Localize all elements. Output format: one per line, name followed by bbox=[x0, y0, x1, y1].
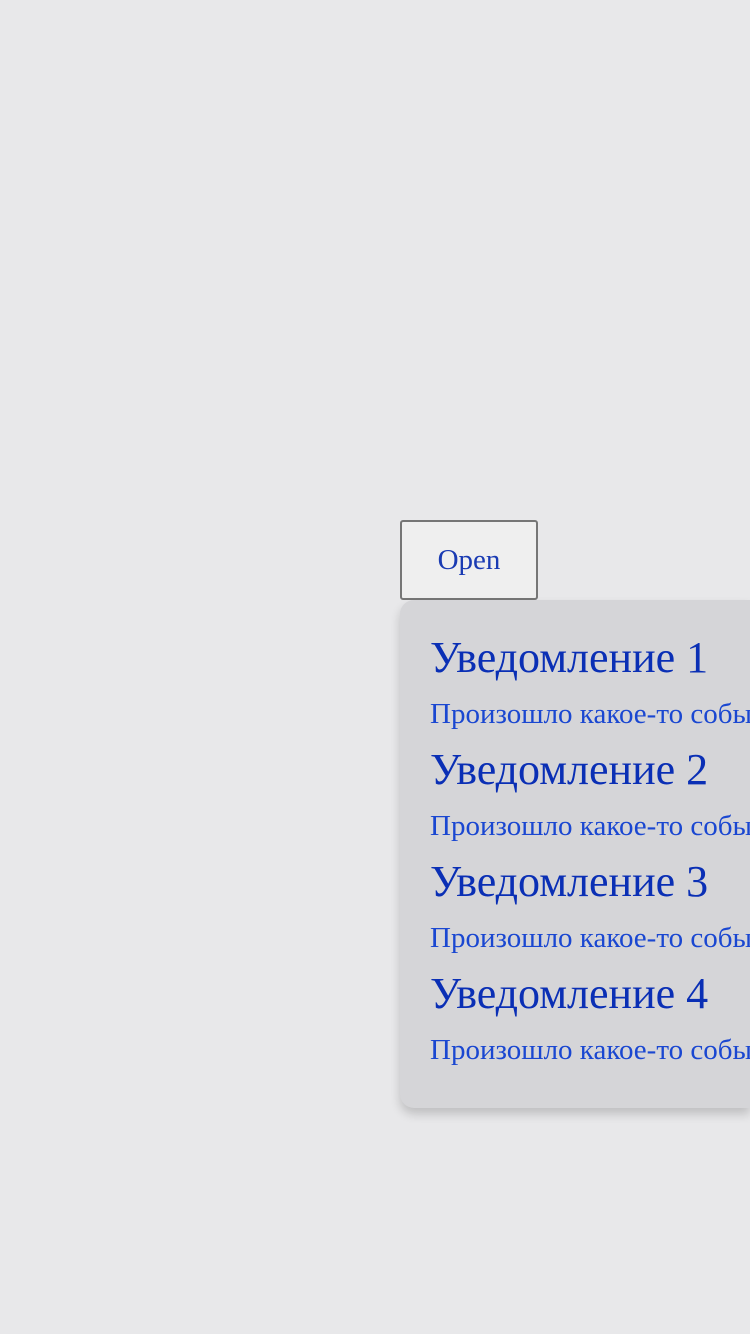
notification-title: Уведомление 2 bbox=[430, 745, 709, 794]
open-button[interactable]: Open bbox=[400, 520, 538, 600]
notification-text: Произошло какое-то событие bbox=[430, 1034, 750, 1066]
notification-item[interactable]: Уведомление 1 Произошло какое-то событие bbox=[430, 624, 750, 736]
notification-list: Уведомление 1 Произошло какое-то событие… bbox=[430, 624, 750, 1072]
notifications-popover: Уведомление 1 Произошло какое-то событие… bbox=[400, 600, 750, 1108]
notification-item[interactable]: Уведомление 2 Произошло какое-то событие bbox=[430, 736, 750, 848]
notification-text: Произошло какое-то событие bbox=[430, 698, 750, 730]
notification-title: Уведомление 3 bbox=[430, 857, 709, 906]
notification-text: Произошло какое-то событие bbox=[430, 922, 750, 954]
notification-title: Уведомление 4 bbox=[430, 969, 709, 1018]
notification-item[interactable]: Уведомление 3 Произошло какое-то событие bbox=[430, 848, 750, 960]
notification-item[interactable]: Уведомление 4 Произошло какое-то событие bbox=[430, 960, 750, 1072]
notification-text: Произошло какое-то событие bbox=[430, 810, 750, 842]
notification-title: Уведомление 1 bbox=[430, 633, 709, 682]
